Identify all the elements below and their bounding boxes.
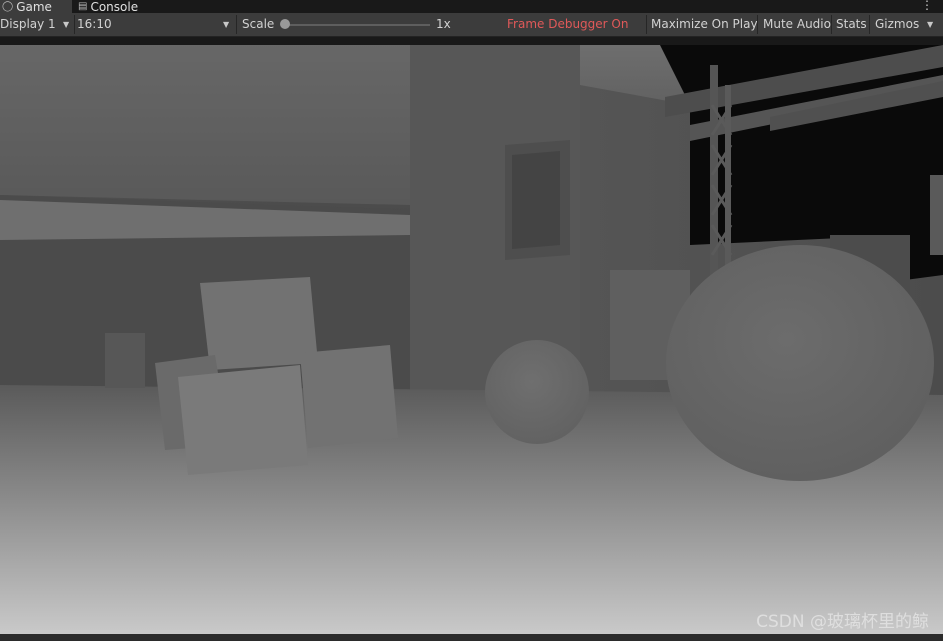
tab-bar: ◯ Game ▤ Console ⋮ xyxy=(0,0,943,13)
mute-audio-button[interactable]: Mute Audio xyxy=(759,13,835,36)
stats-button[interactable]: Stats xyxy=(832,13,871,36)
tab-game-label: Game xyxy=(16,0,52,14)
console-icon: ▤ xyxy=(78,0,88,12)
maximize-on-play-button[interactable]: Maximize On Play xyxy=(647,13,762,36)
tab-game[interactable]: ◯ Game xyxy=(0,0,72,13)
watermark: CSDN @玻璃杯里的鲸 xyxy=(756,612,929,632)
frame-debugger-status: Frame Debugger On xyxy=(507,17,629,31)
gizmos-chevron-down-icon[interactable]: ▼ xyxy=(927,13,933,36)
divider xyxy=(74,15,75,34)
aspect-chevron-down-icon: ▼ xyxy=(223,20,230,29)
divider xyxy=(869,15,870,34)
depth-scene xyxy=(0,45,943,634)
divider xyxy=(236,15,237,34)
scale-label: Scale xyxy=(242,17,275,31)
scale-slider-track[interactable] xyxy=(285,24,430,26)
divider xyxy=(757,15,758,34)
game-view-depth-render[interactable]: CSDN @玻璃杯里的鲸 xyxy=(0,45,943,634)
scale-slider-handle[interactable] xyxy=(280,19,290,29)
display-label: Display 1 xyxy=(0,17,56,31)
aspect-dropdown[interactable]: 16:10 xyxy=(77,13,235,36)
aspect-label: 16:10 xyxy=(77,17,112,31)
display-dropdown[interactable]: Display 1 xyxy=(0,13,72,36)
tab-console-label: Console xyxy=(90,0,139,14)
more-options-icon[interactable]: ⋮ xyxy=(921,0,933,11)
gizmos-button[interactable]: Gizmos xyxy=(871,13,923,36)
scale-value: 1x xyxy=(436,17,451,31)
game-toolbar: Display 1 ▼ 16:10 ▼ Scale 1x Frame Debug… xyxy=(0,13,943,37)
display-chevron-down-icon: ▼ xyxy=(63,20,70,29)
gamepad-icon: ◯ xyxy=(2,0,14,12)
tab-console[interactable]: ▤ Console xyxy=(78,0,138,13)
bottom-edge xyxy=(0,634,943,641)
